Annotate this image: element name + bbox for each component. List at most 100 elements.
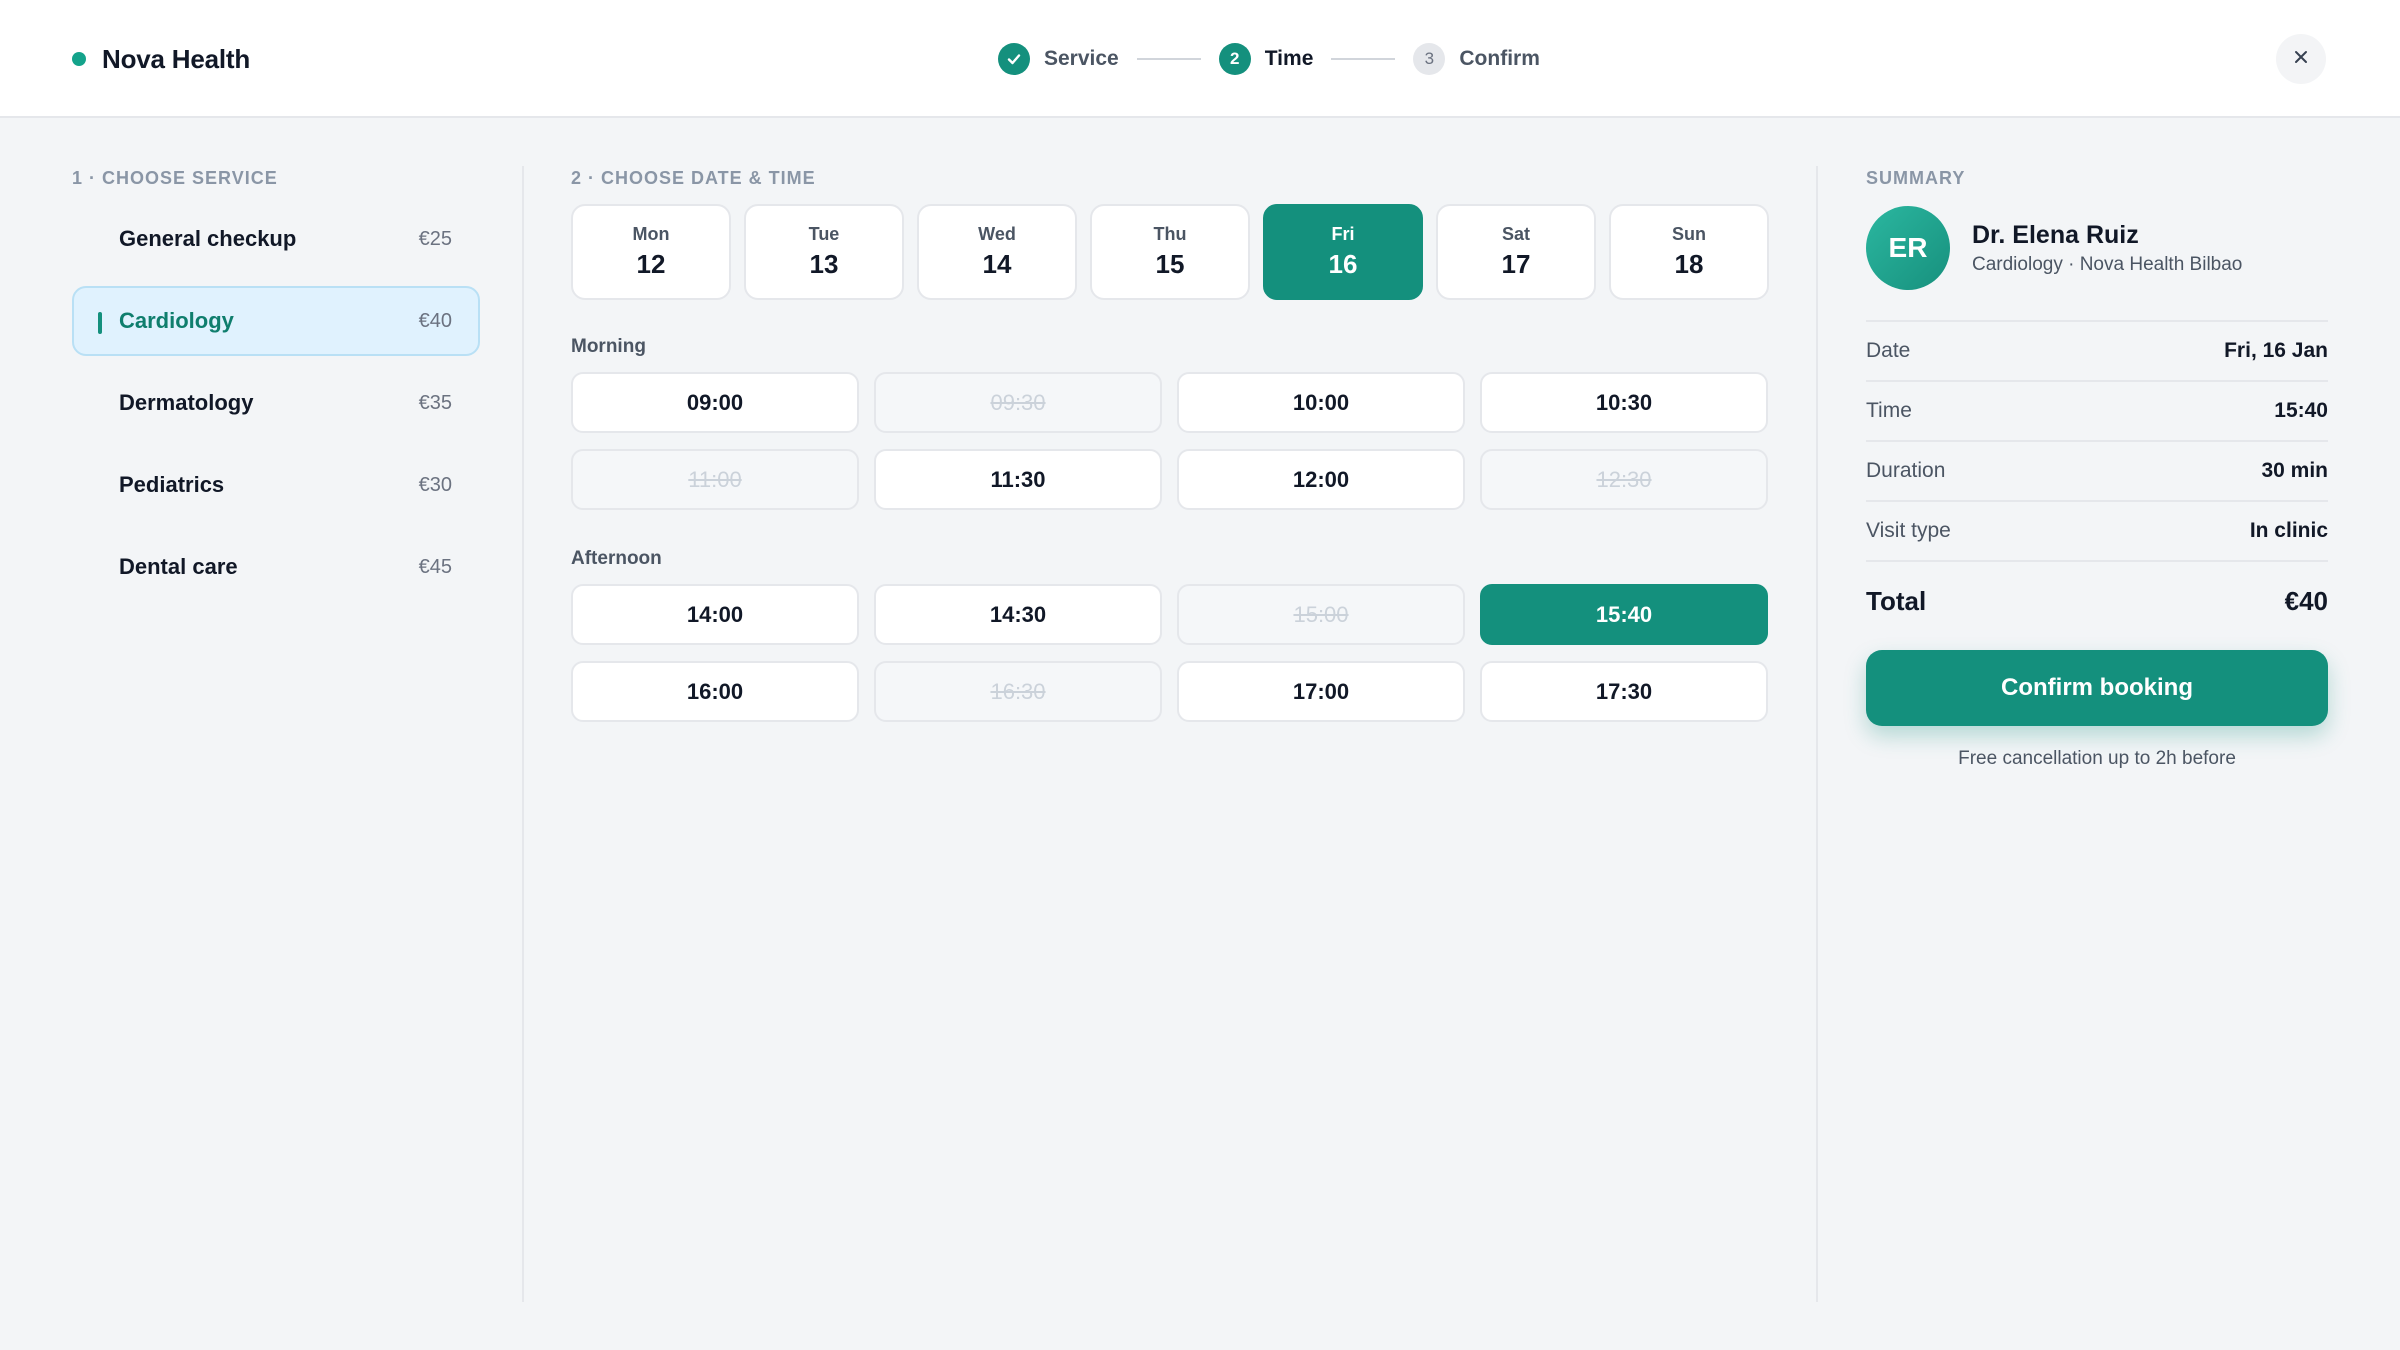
day-name: Sat [1501,224,1530,244]
service-price: €30 [418,473,452,496]
time-slot[interactable]: 17:00 [1177,661,1465,722]
doctor-info: Dr. Elena Ruiz Cardiology · Nova Health … [1972,221,2242,276]
step-confirm[interactable]: 3 Confirm [1413,43,1540,75]
day-number: 15 [1155,249,1185,279]
total-value: €40 [2284,585,2328,616]
day-number: 18 [1674,249,1704,279]
time-slot[interactable]: 12:00 [1177,449,1465,510]
service-price: €45 [418,555,452,578]
time-slot[interactable]: 14:00 [571,584,859,645]
doctor-name: Dr. Elena Ruiz [1972,220,2139,249]
column-divider [522,166,524,1302]
summary-key: Date [1866,339,1911,362]
step-service-label: Service [1044,47,1119,70]
afternoon-label: Afternoon [571,548,662,569]
brand-name: Nova Health [102,43,251,74]
time-slot[interactable]: 14:30 [874,584,1162,645]
day-fri[interactable]: Fri 16 [1263,204,1423,300]
summary-key: Visit type [1866,519,1951,542]
service-general-checkup[interactable]: General checkup €25 [72,204,480,274]
close-button[interactable] [2276,34,2326,84]
time-slot[interactable]: 09:00 [571,372,859,433]
day-tue[interactable]: Tue 13 [744,204,904,300]
summary-value: Fri, 16 Jan [2224,339,2328,362]
time-slot-unavailable: 11:00 [571,449,859,510]
datetime-section-title: 2 · CHOOSE DATE & TIME [571,168,816,188]
day-number: 12 [636,249,666,279]
service-dental-care[interactable]: Dental care €45 [72,532,480,602]
summary-value: In clinic [2249,519,2328,542]
afternoon-slots: 14:00 14:30 15:00 15:40 16:00 16:30 17:0… [571,584,1769,722]
summary-row-duration: Duration 30 min [1866,440,2328,500]
time-slot[interactable]: 17:30 [1480,661,1768,722]
service-name: Dermatology [119,390,254,415]
service-price: €40 [418,309,452,332]
confirm-booking-button[interactable]: Confirm booking [1866,650,2328,726]
step-time-label: Time [1264,47,1314,70]
time-slot-unavailable: 12:30 [1480,449,1768,510]
service-column: 1 · CHOOSE SERVICE General checkup €25 C… [72,118,480,614]
day-name: Sun [1672,224,1706,244]
summary-value: 15:40 [2274,399,2328,422]
check-icon [998,43,1030,75]
day-name: Wed [978,224,1016,244]
summary-row-visit-type: Visit type In clinic [1866,500,2328,560]
day-mon[interactable]: Mon 12 [571,204,731,300]
summary-value: 30 min [2261,459,2328,482]
step-confirm-label: Confirm [1459,47,1540,70]
service-price: €25 [418,227,452,250]
day-sat[interactable]: Sat 17 [1436,204,1596,300]
time-slot[interactable]: 16:00 [571,661,859,722]
doctor-card: ER Dr. Elena Ruiz Cardiology · Nova Heal… [1866,206,2328,290]
column-divider [1816,166,1818,1302]
time-slot-unavailable: 16:30 [874,661,1162,722]
service-name: Dental care [119,554,238,579]
summary-details: Date Fri, 16 Jan Time 15:40 Duration 30 … [1866,320,2328,640]
time-slot[interactable]: 10:30 [1480,372,1768,433]
day-number: 16 [1328,249,1358,279]
cancellation-note: Free cancellation up to 2h before [1958,748,2236,769]
top-bar: Nova Health Service 2 Time 3 Confirm [0,0,2400,118]
summary-column: SUMMARY ER Dr. Elena Ruiz Cardiology · N… [1866,118,2328,770]
step-confirm-number: 3 [1413,43,1446,75]
day-number: 17 [1501,249,1531,279]
time-slot[interactable]: 10:00 [1177,372,1465,433]
summary-row-time: Time 15:40 [1866,380,2328,440]
day-thu[interactable]: Thu 15 [1090,204,1250,300]
service-pediatrics[interactable]: Pediatrics €30 [72,450,480,520]
datetime-column: 2 · CHOOSE DATE & TIME Mon 12 Tue 13 Wed… [571,118,1769,722]
time-slot-selected[interactable]: 15:40 [1480,584,1768,645]
service-dermatology[interactable]: Dermatology €35 [72,368,480,438]
day-wed[interactable]: Wed 14 [917,204,1077,300]
close-icon [2292,48,2310,71]
service-list: General checkup €25 Cardiology €40 Derma… [72,204,480,602]
doctor-subtitle: Cardiology · Nova Health Bilbao [1972,253,2243,275]
summary-section-title: SUMMARY [1866,168,1966,188]
day-number: 14 [982,249,1012,279]
service-price: €35 [418,391,452,414]
avatar: ER [1866,206,1950,290]
day-name: Thu [1153,224,1187,244]
brand-dot-icon [72,52,86,66]
service-cardiology[interactable]: Cardiology €40 [72,286,480,356]
step-time-number: 2 [1218,43,1251,75]
day-picker: Mon 12 Tue 13 Wed 14 Thu 15 Fri 16 Sat 1… [571,204,1769,300]
day-name: Mon [632,224,670,244]
day-number: 13 [809,249,839,279]
booking-stepper: Service 2 Time 3 Confirm [998,0,1540,118]
total-label: Total [1866,585,1927,616]
step-connector [1136,58,1201,60]
step-connector [1331,58,1396,60]
step-time[interactable]: 2 Time [1218,43,1314,75]
summary-row-date: Date Fri, 16 Jan [1866,320,2328,380]
summary-key: Duration [1866,459,1946,482]
day-name: Fri [1331,224,1355,244]
morning-label: Morning [571,336,646,357]
time-slot-unavailable: 15:00 [1177,584,1465,645]
day-sun[interactable]: Sun 18 [1609,204,1769,300]
time-slot-unavailable: 09:30 [874,372,1162,433]
step-service[interactable]: Service [998,43,1119,75]
summary-total: Total €40 [1866,560,2328,640]
time-slot[interactable]: 11:30 [874,449,1162,510]
service-name: Pediatrics [119,472,225,497]
